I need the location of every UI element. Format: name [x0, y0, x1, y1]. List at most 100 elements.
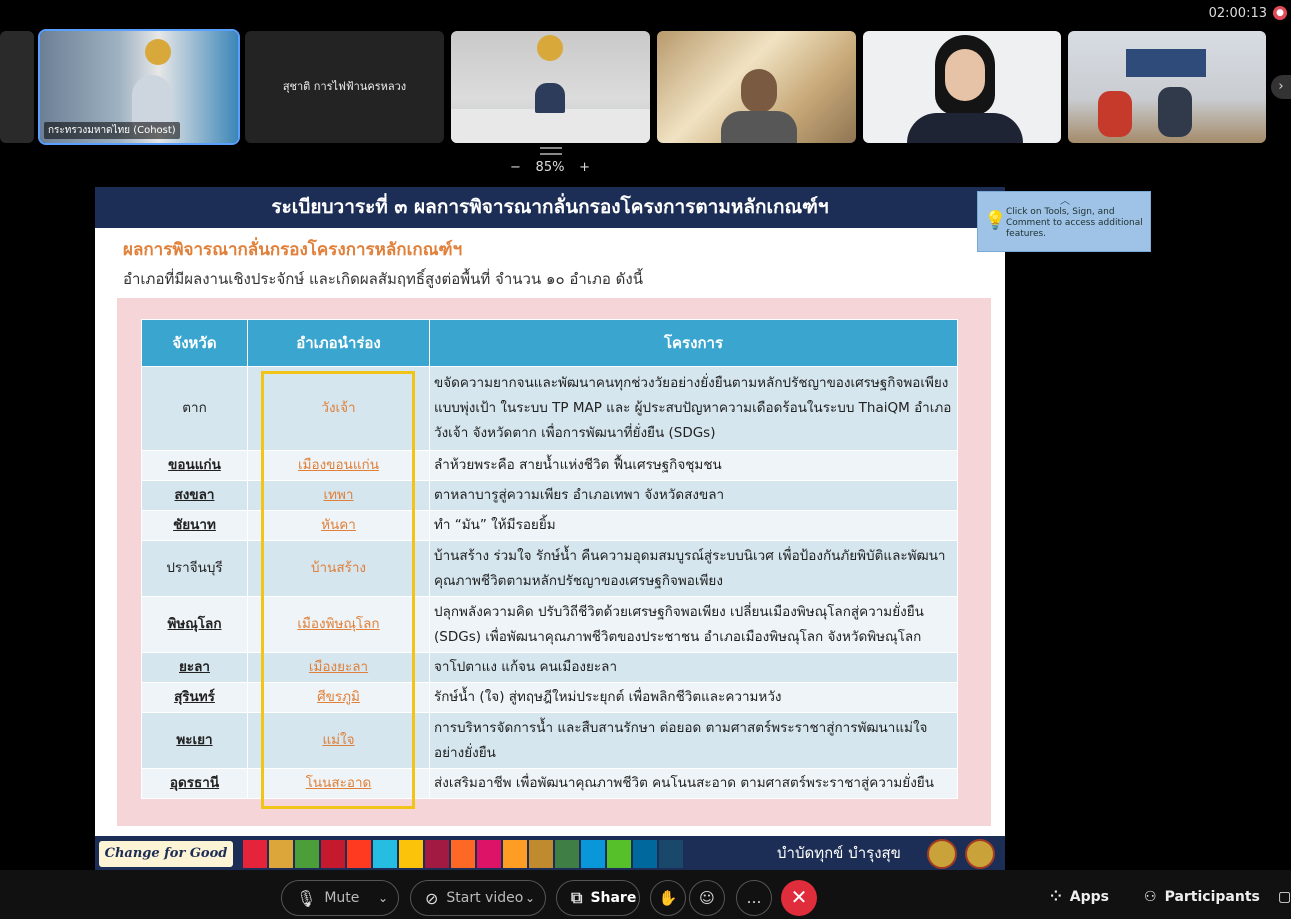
chat-icon[interactable]: ▢ — [1278, 889, 1291, 905]
project-cell: ตาหลาบารูสู่ความเพียร อำเภอเทพา จังหวัดส… — [429, 480, 958, 511]
change-for-good-logo: Change for Good — [99, 841, 233, 867]
apps-button[interactable]: ⁘ Apps — [1050, 889, 1109, 905]
project-cell: ส่งเสริมอาชีพ เพื่อพัฒนาคุณภาพชีวิต คนโน… — [429, 768, 958, 799]
table-row: อุดรธานี โนนสะอาด ส่งเสริมอาชีพ เพื่อพัฒ… — [141, 768, 958, 799]
table-row: ชัยนาท หันคา ทำ “มัน” ให้มีรอยยิ้ม — [141, 510, 958, 541]
table-row: สุรินทร์ ศีขรภูมิ รักษ์น้ำ (ใจ) สู่ทฤษฎี… — [141, 682, 958, 713]
district-link[interactable]: เมืองพิษณุโลก — [247, 596, 430, 653]
district-link[interactable]: เมืองยะลา — [247, 652, 430, 683]
person-body — [721, 111, 797, 143]
province-link[interactable]: สงขลา — [141, 480, 248, 511]
participant-tile[interactable]: กระทรวงมหาดไทย (Cohost) — [38, 29, 240, 145]
province-cell: ปราจีนบุรี — [141, 540, 248, 597]
person-figure — [132, 75, 172, 127]
shared-slide: ระเบียบวาระที่ ๓ ผลการพิจารณากลั่นกรองโค… — [95, 187, 1005, 871]
participant-tile[interactable] — [451, 31, 650, 143]
table-row: สงขลา เทพา ตาหลาบารูสู่ความเพียร อำเภอเท… — [141, 480, 958, 511]
slide-subtitle: ผลการพิจารณากลั่นกรองโครงการหลักเกณฑ์ฯ — [123, 240, 463, 260]
sdg-goal-icon — [321, 840, 345, 868]
participants-button[interactable]: ⚇ Participants — [1144, 889, 1260, 905]
sdg-goal-icon — [581, 840, 605, 868]
district-cell: บ้านสร้าง — [247, 540, 430, 597]
share-label: Share — [590, 890, 637, 906]
sdg-goal-icon — [529, 840, 553, 868]
apps-icon: ⁘ — [1050, 889, 1062, 905]
slide-description: อำเภอที่มีผลงานเชิงประจักษ์ และเกิดผลสัม… — [123, 270, 643, 288]
ministry-seal-icon — [965, 839, 995, 869]
project-cell: บ้านสร้าง ร่วมใจ รักษ์น้ำ คืนความอุดมสมบ… — [429, 540, 958, 597]
start-video-button[interactable]: ⊘ Start video ⌄ — [410, 880, 546, 916]
project-cell: รักษ์น้ำ (ใจ) สู่ทฤษฎีใหม่ประยุกต์ เพื่อ… — [429, 682, 958, 713]
participant-tile[interactable] — [1068, 31, 1266, 143]
district-link[interactable]: เมืองขอนแก่น — [247, 450, 430, 481]
person-figure — [1098, 91, 1132, 137]
zoom-in-button[interactable]: + — [579, 160, 590, 175]
sdg-goal-icon — [633, 840, 657, 868]
reactions-icon[interactable]: ☺ — [689, 880, 725, 916]
sdg-goal-icon — [347, 840, 371, 868]
recording-indicator-icon: ● — [1273, 6, 1287, 20]
share-button[interactable]: ⧉ Share — [556, 880, 640, 916]
district-link[interactable]: หันคา — [247, 510, 430, 541]
table-row: พะเยา แม่ใจ การบริหารจัดการน้ำ และสืบสาน… — [141, 712, 958, 769]
slide-footer: Change for Good บำบัดทุกข์ บำรุงสุข — [95, 836, 1005, 871]
participants-label: Participants — [1164, 889, 1260, 905]
participant-tile[interactable] — [863, 31, 1061, 143]
sdg-goal-icon — [503, 840, 527, 868]
chevron-down-icon[interactable]: ⌄ — [378, 891, 388, 905]
participants-icon: ⚇ — [1144, 889, 1157, 905]
province-link[interactable]: ยะลา — [141, 652, 248, 683]
district-table: จังหวัด อำเภอนำร่อง โครงการ ตาก วังเจ้า … — [141, 319, 958, 799]
district-link[interactable]: เทพา — [247, 480, 430, 511]
participant-tile-partial[interactable] — [0, 31, 34, 143]
ministry-seal-icon — [145, 39, 171, 65]
drag-handle-icon[interactable] — [540, 147, 562, 155]
district-link[interactable]: แม่ใจ — [247, 712, 430, 769]
footer-slogan: บำบัดทุกข์ บำรุงสุข — [777, 844, 901, 862]
sdg-goal-icon — [451, 840, 475, 868]
chevron-down-icon[interactable]: ⌄ — [525, 891, 535, 905]
column-header: จังหวัด — [141, 319, 248, 367]
person-figure — [535, 83, 565, 113]
collapse-chevron-icon[interactable]: ︿ — [1060, 192, 1070, 207]
project-cell: จาโปตาแง แก้จน คนเมืองยะลา — [429, 652, 958, 683]
project-cell: การบริหารจัดการน้ำ และสืบสานรักษา ต่อยอด… — [429, 712, 958, 769]
project-cell: ทำ “มัน” ให้มีรอยยิ้ม — [429, 510, 958, 541]
province-link[interactable]: สุรินทร์ — [141, 682, 248, 713]
table-row: ตาก วังเจ้า ขจัดความยากจนและพัฒนาคนทุกช่… — [141, 366, 958, 451]
sdg-goal-icon — [295, 840, 319, 868]
sdg-goal-icon — [373, 840, 397, 868]
province-link[interactable]: อุดรธานี — [141, 768, 248, 799]
participant-tile[interactable]: สุชาติ การไฟฟ้านครหลวง — [245, 31, 444, 143]
district-link[interactable]: โนนสะอาด — [247, 768, 430, 799]
province-link[interactable]: พิษณุโลก — [141, 596, 248, 653]
mute-button[interactable]: 🎙 Mute ⌄ — [281, 880, 399, 916]
zoom-out-button[interactable]: − — [510, 160, 521, 175]
column-header: โครงการ — [429, 319, 958, 367]
conference-table — [451, 109, 650, 143]
sdg-goal-icon — [269, 840, 293, 868]
district-link[interactable]: ศีขรภูมิ — [247, 682, 430, 713]
sdg-goal-icon — [399, 840, 423, 868]
sdg-goal-icon — [243, 840, 267, 868]
person-body — [907, 113, 1023, 143]
participant-tile[interactable] — [657, 31, 856, 143]
raise-hand-icon[interactable]: ✋ — [650, 880, 686, 916]
province-link[interactable]: ขอนแก่น — [141, 450, 248, 481]
meeting-window: 02:00:13 ● กระทรวงมหาดไทย (Cohost) สุชาต… — [0, 0, 1291, 919]
province-link[interactable]: พะเยา — [141, 712, 248, 769]
sdg-goal-icon — [425, 840, 449, 868]
table-row: พิษณุโลก เมืองพิษณุโลก ปลุกพลังความคิด ป… — [141, 596, 958, 653]
slide-title: ระเบียบวาระที่ ๓ ผลการพิจารณากลั่นกรองโค… — [95, 187, 1005, 228]
person-head — [741, 69, 777, 113]
table-header-row: จังหวัด อำเภอนำร่อง โครงการ — [141, 319, 958, 367]
leave-meeting-button[interactable]: ✕ — [781, 880, 817, 916]
seal-icon — [927, 839, 957, 869]
tools-tooltip[interactable]: ︿ 💡 Click on Tools, Sign, and Comment to… — [977, 191, 1151, 252]
district-cell: วังเจ้า — [247, 366, 430, 451]
next-page-chevron-icon[interactable]: › — [1271, 75, 1291, 99]
more-options-icon[interactable]: … — [736, 880, 772, 916]
mute-label: Mute — [324, 890, 360, 906]
province-link[interactable]: ชัยนาท — [141, 510, 248, 541]
participant-name: กระทรวงมหาดไทย (Cohost) — [44, 122, 180, 139]
